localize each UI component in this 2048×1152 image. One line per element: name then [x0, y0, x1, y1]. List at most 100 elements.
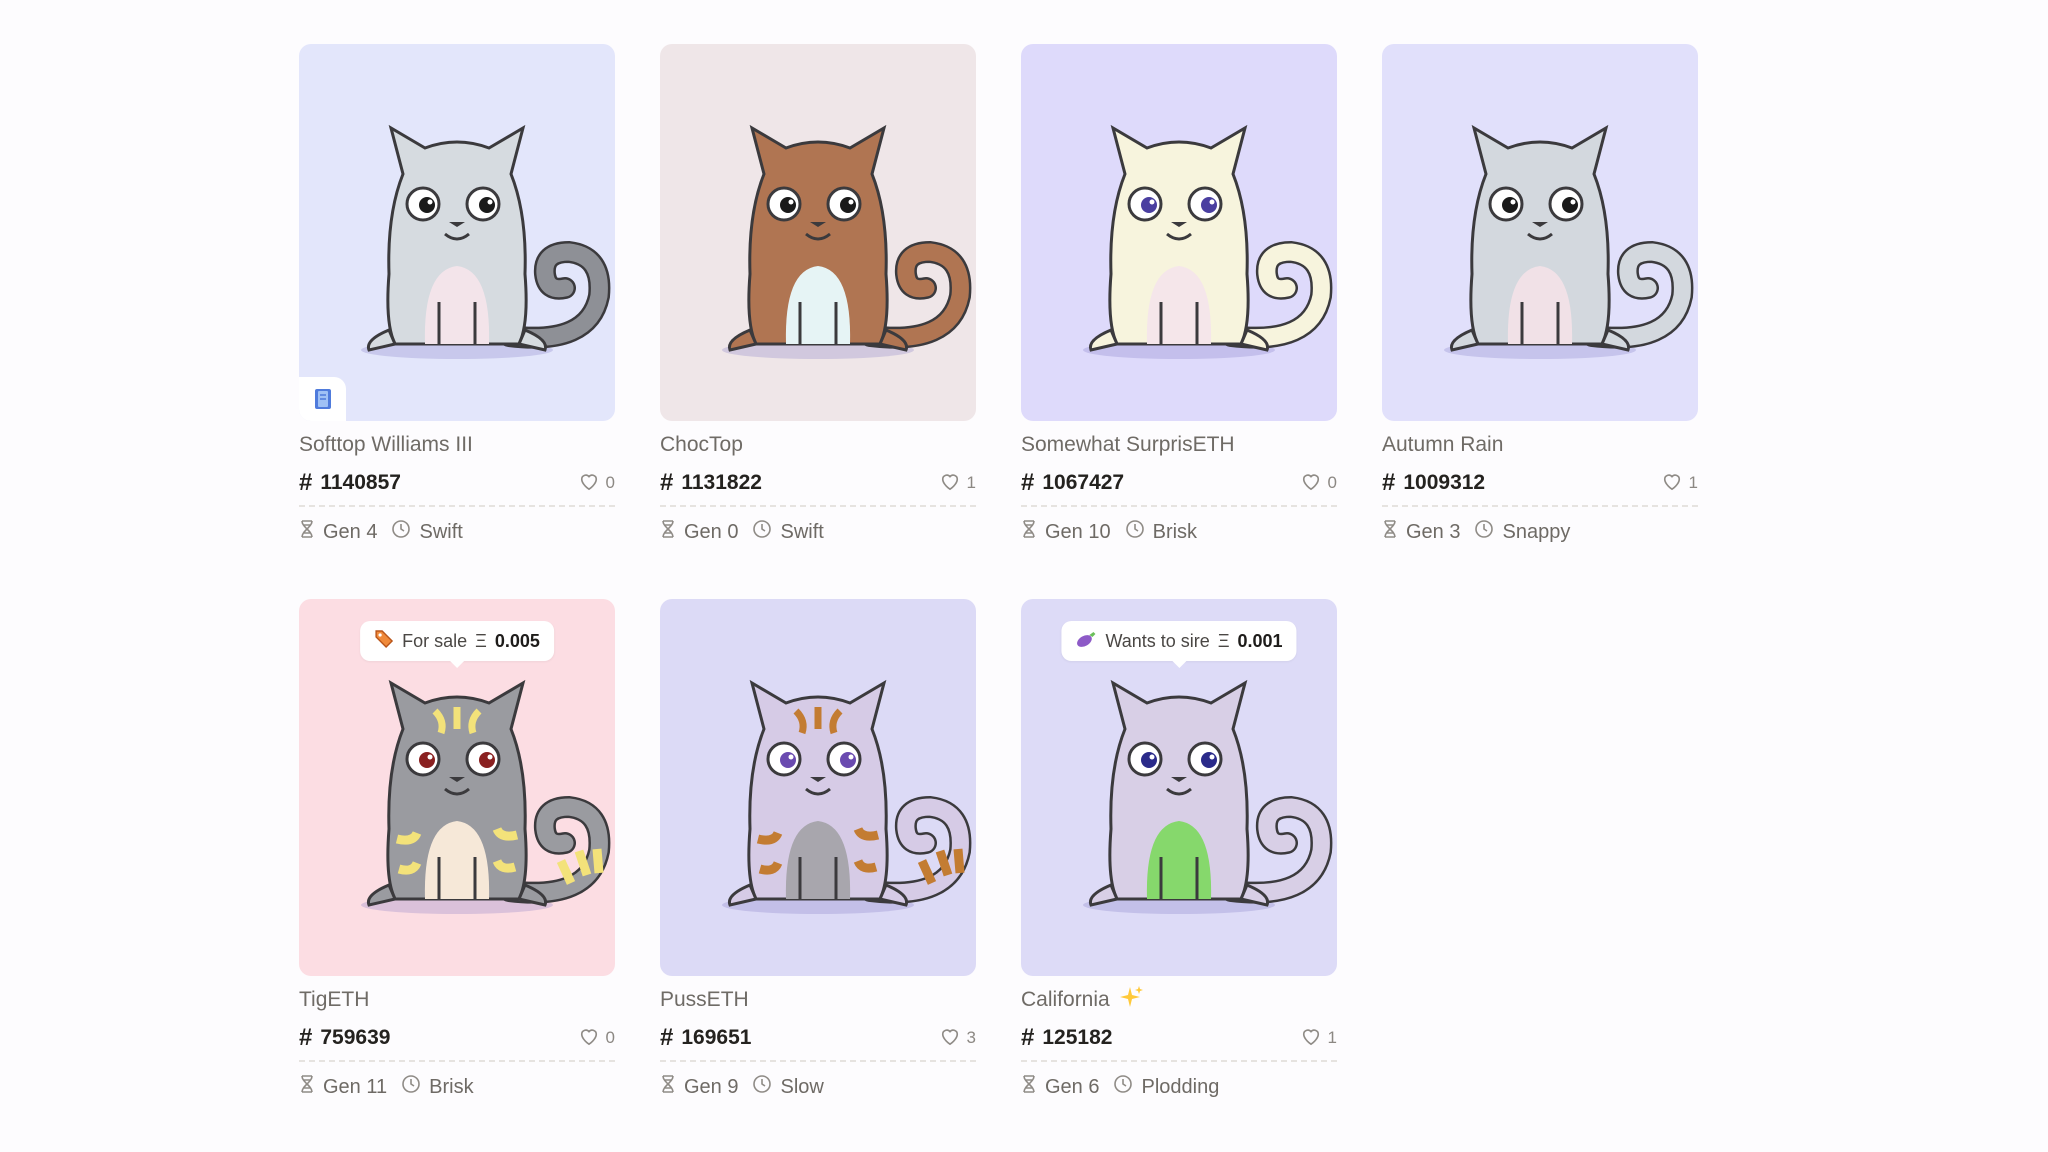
- kitty-image: [660, 44, 976, 421]
- kitty-card[interactable]: ChocTop #1131822 1 Gen 0 Swift: [660, 44, 976, 545]
- clock-icon: [1113, 1074, 1133, 1100]
- cooldown: Plodding: [1141, 1075, 1220, 1098]
- sale-status-bubble[interactable]: For sale Ξ 0.005: [360, 621, 554, 668]
- heart-icon: [939, 471, 961, 496]
- like-button[interactable]: 1: [1661, 471, 1698, 496]
- dna-icon: [1021, 519, 1037, 545]
- hash-icon: #: [1021, 469, 1035, 496]
- kitty-id: 1131822: [681, 471, 762, 494]
- clock-icon: [391, 519, 411, 545]
- dna-icon: [660, 1074, 676, 1100]
- hash-icon: #: [660, 1024, 674, 1051]
- kitty-image: [1021, 44, 1337, 421]
- heart-icon: [1300, 471, 1322, 496]
- cooldown: Swift: [419, 520, 463, 543]
- kitty-name: Somewhat SurprisETH: [1021, 433, 1235, 456]
- like-count: 3: [966, 1028, 976, 1047]
- price-tag-icon: [374, 629, 394, 654]
- cat-illustration: [722, 124, 972, 359]
- hash-icon: #: [1021, 1024, 1035, 1051]
- dna-icon: [299, 1074, 315, 1100]
- kitty-name: PussETH: [660, 988, 749, 1011]
- cat-illustration: [1444, 124, 1694, 359]
- heart-icon: [578, 1026, 600, 1051]
- kitty-name: California: [1021, 988, 1110, 1011]
- kitty-image: [299, 44, 615, 421]
- kitty-id: 169651: [681, 1026, 752, 1049]
- kitty-card[interactable]: Softtop Williams III #1140857 0 Gen 4 Sw…: [299, 44, 615, 545]
- kitty-image: For sale Ξ 0.005: [299, 599, 615, 976]
- hash-icon: #: [1382, 469, 1396, 496]
- like-count: 0: [605, 1028, 615, 1047]
- clock-icon: [401, 1074, 421, 1100]
- cat-illustration: [361, 124, 611, 359]
- kitty-id: 1140857: [320, 471, 401, 494]
- like-button[interactable]: 0: [578, 471, 615, 496]
- heart-icon: [939, 1026, 961, 1051]
- hash-icon: #: [660, 469, 674, 496]
- currency-symbol: Ξ: [475, 630, 487, 651]
- generation: Gen 10: [1045, 520, 1111, 543]
- sale-amount: 0.001: [1237, 630, 1283, 651]
- generation: Gen 0: [684, 520, 739, 543]
- like-button[interactable]: 1: [939, 471, 976, 496]
- like-button[interactable]: 3: [939, 1026, 976, 1051]
- kitty-card[interactable]: For sale Ξ 0.005 TigETH #759639 0 Gen 11…: [299, 599, 615, 1100]
- like-count: 1: [1327, 1028, 1337, 1047]
- kitty-id: 1009312: [1403, 471, 1486, 494]
- like-button[interactable]: 1: [1300, 1026, 1337, 1051]
- kitty-grid: Softtop Williams III #1140857 0 Gen 4 Sw…: [0, 0, 2048, 1152]
- heart-icon: [1300, 1026, 1322, 1051]
- clock-icon: [1125, 519, 1145, 545]
- generation: Gen 4: [323, 520, 378, 543]
- cooldown: Brisk: [429, 1075, 474, 1098]
- generation: Gen 6: [1045, 1075, 1100, 1098]
- kitty-card[interactable]: Somewhat SurprisETH #1067427 0 Gen 10 Br…: [1021, 44, 1337, 545]
- sale-status-bubble[interactable]: Wants to sire Ξ 0.001: [1061, 621, 1297, 668]
- clock-icon: [1474, 519, 1494, 545]
- sale-label: For sale: [402, 630, 468, 651]
- kitty-card[interactable]: PussETH #169651 3 Gen 9 Slow: [660, 599, 976, 1100]
- hash-icon: #: [299, 1024, 313, 1051]
- cooldown: Brisk: [1152, 520, 1198, 543]
- clock-icon: [752, 519, 772, 545]
- eggplant-icon: [1075, 629, 1097, 654]
- kitty-name: TigETH: [299, 988, 370, 1011]
- generation: Gen 3: [1406, 520, 1461, 543]
- like-count: 1: [966, 473, 976, 492]
- heart-icon: [578, 471, 600, 496]
- like-button[interactable]: 0: [1300, 471, 1337, 496]
- cat-illustration: [1083, 124, 1333, 359]
- dna-icon: [299, 519, 315, 545]
- like-count: 0: [605, 473, 615, 492]
- kitty-name: Autumn Rain: [1382, 433, 1504, 456]
- generation: Gen 9: [684, 1075, 739, 1098]
- sparkle-icon: [1118, 984, 1144, 1016]
- cooldown: Snappy: [1502, 520, 1571, 543]
- like-button[interactable]: 0: [578, 1026, 615, 1051]
- sale-label: Wants to sire: [1105, 630, 1210, 651]
- clock-icon: [752, 1074, 772, 1100]
- kitty-name: Softtop Williams III: [299, 433, 473, 456]
- kitty-name: ChocTop: [660, 433, 743, 456]
- dna-icon: [660, 519, 676, 545]
- kitty-card[interactable]: Wants to sire Ξ 0.001 California #125182…: [1021, 599, 1337, 1100]
- kitty-image: [660, 599, 976, 976]
- dna-icon: [1021, 1074, 1037, 1100]
- generation: Gen 11: [323, 1075, 388, 1098]
- heart-icon: [1661, 471, 1683, 496]
- cooldown: Swift: [780, 520, 824, 543]
- kitty-image: Wants to sire Ξ 0.001: [1021, 599, 1337, 976]
- currency-symbol: Ξ: [1217, 630, 1230, 651]
- book-icon: [299, 377, 346, 421]
- kitty-card[interactable]: Autumn Rain #1009312 1 Gen 3 Snappy: [1382, 44, 1698, 545]
- dna-icon: [1382, 519, 1398, 545]
- cat-illustration: [722, 679, 972, 914]
- kitty-image: [1382, 44, 1698, 421]
- cooldown: Slow: [780, 1075, 824, 1098]
- hash-icon: #: [299, 469, 313, 496]
- kitty-id: 125182: [1042, 1026, 1113, 1049]
- sale-amount: 0.005: [494, 630, 540, 651]
- like-count: 1: [1688, 473, 1698, 492]
- kitty-id: 1067427: [1042, 471, 1125, 494]
